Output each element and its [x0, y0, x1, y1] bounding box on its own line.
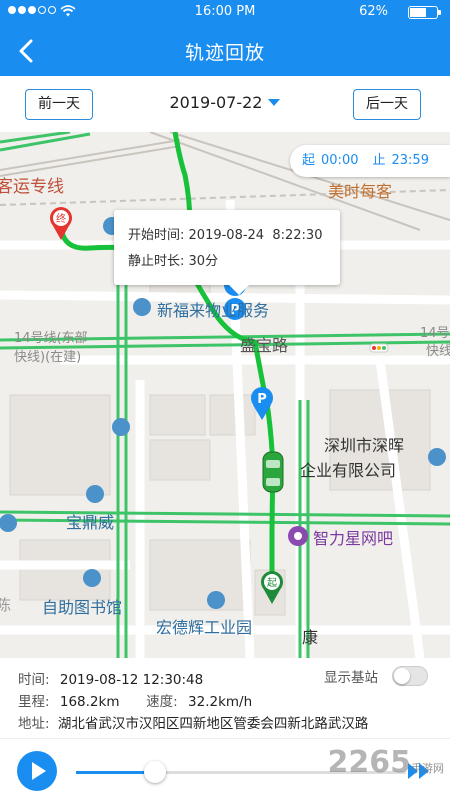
- map-label: 智力星网吧: [313, 529, 394, 548]
- time-start-value[interactable]: 00:00: [321, 153, 358, 168]
- speed-label: 速度:: [146, 694, 178, 710]
- internet-cafe-icon: [288, 526, 308, 546]
- address-row: 地址: 湖北省武汉市汉阳区四新地区管委会四新北路武汉路: [18, 712, 368, 732]
- map-label: 客运专线: [0, 177, 64, 197]
- show-station-toggle[interactable]: [392, 666, 428, 686]
- map-label: 快线: [426, 344, 450, 359]
- svg-text:起: 起: [267, 577, 277, 589]
- svg-text:终: 终: [56, 212, 66, 225]
- library-poi-icon: [83, 569, 101, 587]
- map-label: 快线)(在建): [14, 350, 82, 365]
- popup-start-label: 开始时间:: [128, 228, 185, 243]
- watermark-logo: 2265手游网: [327, 745, 445, 780]
- map-label: 14号: [420, 326, 450, 341]
- svg-text:P: P: [257, 392, 267, 407]
- time-range-pill[interactable]: 起 00:00 止 23:59: [290, 145, 450, 177]
- dropdown-caret-icon[interactable]: [268, 99, 281, 106]
- playback-progress-thumb[interactable]: [144, 761, 167, 783]
- stop-info-popup: 开始时间: 2019-08-24 8:22:30 静止时长: 30分: [114, 210, 340, 295]
- playback-controls: 2265手游网: [0, 738, 450, 800]
- time-label: 时间:: [18, 672, 50, 688]
- popup-start-row: 开始时间: 2019-08-24 8:22:30: [128, 224, 340, 250]
- map-label: 美时每客: [328, 182, 393, 201]
- track-info-panel: 时间: 2019-08-12 12:30:48 显示基站 里程: 168.2km…: [0, 658, 450, 738]
- page-title: 轨迹回放: [184, 42, 265, 64]
- status-bar: 16:00 PM 62%: [0, 0, 450, 24]
- end-marker[interactable]: 终: [50, 207, 72, 240]
- map-label: 陈: [0, 596, 12, 614]
- date-value[interactable]: 2019-07-22: [170, 93, 263, 112]
- popup-duration-row: 静止时长: 30分: [128, 250, 340, 276]
- traffic-light-icon: [369, 343, 389, 353]
- map-label: 康: [302, 628, 319, 647]
- vehicle-icon: [262, 451, 284, 493]
- time-end-label: 止: [372, 153, 386, 168]
- map-label: 盛宝路: [240, 336, 289, 355]
- time-row: 时间: 2019-08-12 12:30:48: [18, 668, 203, 688]
- map-label: 14号线(东部: [14, 331, 88, 346]
- map-label: 自助图书馆: [42, 598, 123, 617]
- show-station-control: 显示基站: [324, 666, 428, 686]
- mileage-speed-row: 里程: 168.2km 速度: 32.2km/h: [18, 690, 252, 710]
- next-day-button[interactable]: 后一天: [353, 89, 421, 120]
- time-value: 2019-08-12 12:30:48: [59, 672, 204, 688]
- play-button[interactable]: [17, 751, 57, 791]
- previous-day-button[interactable]: 前一天: [25, 89, 93, 120]
- map-label: 宏德辉工业园: [156, 618, 253, 637]
- time-end-value[interactable]: 23:59: [392, 153, 429, 168]
- battery-percent: 62%: [359, 4, 388, 19]
- address-label: 地址:: [18, 716, 50, 732]
- mileage-label: 里程:: [18, 694, 50, 710]
- address-value: 湖北省武汉市汉阳区四新地区管委会四新北路武汉路: [57, 716, 369, 732]
- date-bar: 前一天 2019-07-22 后一天: [0, 76, 450, 132]
- popup-start-value: 2019-08-24 8:22:30: [188, 228, 323, 243]
- show-station-label: 显示基站: [324, 670, 378, 686]
- popup-duration-value: 30分: [188, 254, 219, 269]
- popup-duration-label: 静止时长:: [128, 254, 185, 269]
- track-playback-screen: 16:00 PM 62% 轨迹回放 前一天 2019-07-22 后一天 P P…: [0, 0, 450, 800]
- speed-value: 32.2km/h: [188, 694, 253, 710]
- map-label: 企业有限公司: [300, 461, 397, 480]
- map-label: 宝鼎威: [66, 513, 115, 532]
- map-label: 新福来物业服务: [157, 301, 270, 320]
- mileage-value: 168.2km: [59, 694, 120, 710]
- top-bar: 16:00 PM 62% 轨迹回放: [0, 0, 450, 76]
- time-start-label: 起: [302, 153, 316, 168]
- map-label: 深圳市深晖: [324, 436, 405, 455]
- battery-icon: [408, 6, 441, 19]
